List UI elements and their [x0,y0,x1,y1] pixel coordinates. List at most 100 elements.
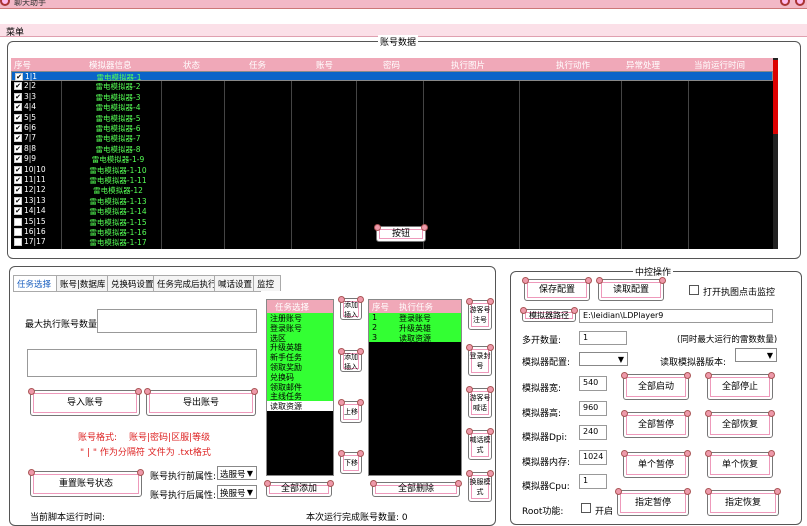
row-checkbox[interactable]: ✔ [14,103,22,112]
load-config-button[interactable]: 读取配置 [596,277,666,301]
switch-server-mode-button[interactable]: 换服模式 [466,470,494,502]
table-row[interactable]: ✔ 6|6 雷电模拟器-6 [11,123,773,133]
row-checkbox[interactable]: ✔ [14,134,22,143]
table-row[interactable]: ✔ 13|13 雷电模拟器-1-13 [11,196,773,206]
col-header[interactable]: 账号 [316,59,333,71]
max-accounts-input[interactable] [97,309,257,333]
row-checkbox[interactable]: ✔ [14,124,22,132]
row-checkbox[interactable] [14,238,22,247]
version-select[interactable]: ▼ [735,348,777,362]
task-list-item[interactable]: 领取奖励 [267,361,333,372]
table-row[interactable]: ✔ 4|4 雷电模拟器-4 [11,102,773,112]
table-row[interactable]: ✔ 12|12 雷电模拟器-12 [11,185,773,195]
tab-account-db[interactable]: 账号|数据库 [56,275,108,291]
resume-all-button[interactable]: 全部恢复 [705,410,775,438]
task-list-item[interactable]: 登录账号 [267,322,333,333]
col-header[interactable]: 序号 [14,59,31,71]
table-row[interactable]: ✔ 1|1 雷电模拟器-1 [11,71,773,82]
row-checkbox[interactable]: ✔ [15,73,23,81]
col-header[interactable]: 状态 [183,59,200,71]
exec-list-item[interactable]: 2 升级英雄 [369,322,461,333]
exec-list-item[interactable]: 1 登录账号 [369,313,461,323]
table-scrollbar[interactable] [773,58,778,249]
row-checkbox[interactable]: ✔ [14,186,22,195]
save-config-button[interactable]: 保存配置 [522,277,592,301]
monitor-checkbox[interactable] [689,285,699,295]
emulator-path-input[interactable]: E:\leidian\LDPlayer9 [579,309,773,323]
before-attr-select[interactable]: 选服号 ▼ [217,466,257,480]
col-header[interactable]: 模拟器信息 [89,59,132,71]
export-account-button[interactable]: 导出账号 [144,388,258,416]
exec-list-item[interactable]: 3 读取资源 [369,332,461,343]
scrollbar-thumb[interactable] [773,60,778,134]
col-header[interactable]: 异常处理 [626,59,660,71]
table-row[interactable]: ✔ 3|3 雷电模拟器-3 [11,92,773,102]
table-row[interactable]: ✔ 14|14 雷电模拟器-1-14 [11,206,773,216]
row-checkbox[interactable]: ✔ [14,165,22,174]
table-row[interactable]: ✔ 5|5 雷电模拟器-5 [11,113,773,123]
guest-register-button[interactable]: 游客号注号 [466,298,494,330]
shout-mode-button[interactable]: 喊话模式 [466,428,494,460]
tab-task-select[interactable]: 任务选择 [13,275,57,292]
row-checkbox[interactable]: ✔ [14,92,22,101]
task-list-item[interactable]: 升级英雄 [267,342,333,352]
task-list-item[interactable]: 兑换码 [267,371,333,382]
tab-monitor[interactable]: 监控 [253,275,281,291]
task-list-item[interactable]: 领取邮件 [267,381,333,392]
table-row[interactable]: ✔ 10|10 雷电模拟器-1-10 [11,165,773,175]
stop-all-button[interactable]: 全部停止 [705,372,775,400]
move-up-button[interactable]: 上移 [338,399,364,423]
import-account-button[interactable]: 导入账号 [28,388,142,416]
task-list[interactable]: 任务选择 注册账号 登录账号 选区 升级英雄 新手任务 领取奖励 兑换码 领取邮件 主线任务 读取… [266,299,334,476]
insert-button-2[interactable]: 添加插入 [338,348,364,372]
task-list-item[interactable]: 主线任务 [267,391,333,401]
tab-shout[interactable]: 喊话设置 [214,275,254,291]
account-table[interactable]: ✔ 1|1 雷电模拟器-1 ✔ 2|2 雷电模拟器-2 ✔ 3|3 雷电模拟器-3 ✔ 4|4 雷电模… [11,71,773,249]
tab-after-task[interactable]: 任务完成后执行 [153,275,217,291]
emulator-path-button[interactable]: 模拟器路径 [520,307,578,322]
height-input[interactable]: 960 [579,401,607,416]
row-checkbox[interactable]: ✔ [14,207,22,216]
row-checkbox[interactable] [14,217,22,226]
col-header[interactable]: 执行图片 [451,59,485,71]
multi-count-input[interactable]: 1 [579,331,627,345]
table-row[interactable]: ✔ 2|2 雷电模拟器-2 [11,81,773,91]
row-checkbox[interactable]: ✔ [14,144,22,153]
dpi-input[interactable]: 240 [579,425,607,440]
move-down-button[interactable]: 下移 [338,450,364,474]
width-input[interactable]: 540 [579,376,607,391]
row-checkbox[interactable]: ✔ [14,113,22,122]
table-row[interactable]: ✔ 11|11 雷电模拟器-1-11 [11,175,773,185]
row-checkbox[interactable] [14,228,22,236]
emulator-config-select[interactable]: ▼ [579,352,628,366]
row-checkbox[interactable]: ✔ [14,82,22,91]
insert-button[interactable]: 添加插入 [338,296,364,320]
col-header[interactable]: 密码 [383,59,400,71]
resume-specified-button[interactable]: 指定恢复 [705,488,781,516]
task-list-item[interactable]: 读取资源 [267,401,333,411]
row-checkbox[interactable]: ✔ [14,176,22,184]
col-header[interactable]: 当前运行时间 [694,59,745,71]
login-ban-button[interactable]: 登录封号 [466,344,494,376]
task-list-item[interactable]: 新手任务 [267,352,333,362]
remove-all-button[interactable]: 全部删除 [370,480,462,497]
reset-account-button[interactable]: 重置账号状态 [28,469,144,497]
notes-textarea[interactable] [27,349,257,377]
pause-all-button[interactable]: 全部暂停 [621,410,691,438]
task-list-item[interactable]: 注册账号 [267,313,333,323]
col-header[interactable]: 执行动作 [556,59,590,71]
pause-one-button[interactable]: 单个暂停 [621,450,691,478]
pause-specified-button[interactable]: 指定暂停 [615,488,691,516]
float-button[interactable]: 按钮 [374,224,428,242]
after-attr-select[interactable]: 换服号 ▼ [217,485,257,499]
start-all-button[interactable]: 全部启动 [621,372,691,400]
memory-input[interactable]: 1024 [579,450,607,465]
row-checkbox[interactable]: ✔ [14,196,22,205]
cpu-input[interactable]: 1 [579,474,607,489]
tab-redeem[interactable]: 兑换码设置 [107,275,154,291]
col-header[interactable]: 任务 [249,59,266,71]
menu-item[interactable]: 菜单 [6,25,24,38]
add-all-button[interactable]: 全部添加 [264,480,334,497]
task-list-item[interactable]: 选区 [267,332,333,343]
root-checkbox[interactable] [581,503,591,513]
